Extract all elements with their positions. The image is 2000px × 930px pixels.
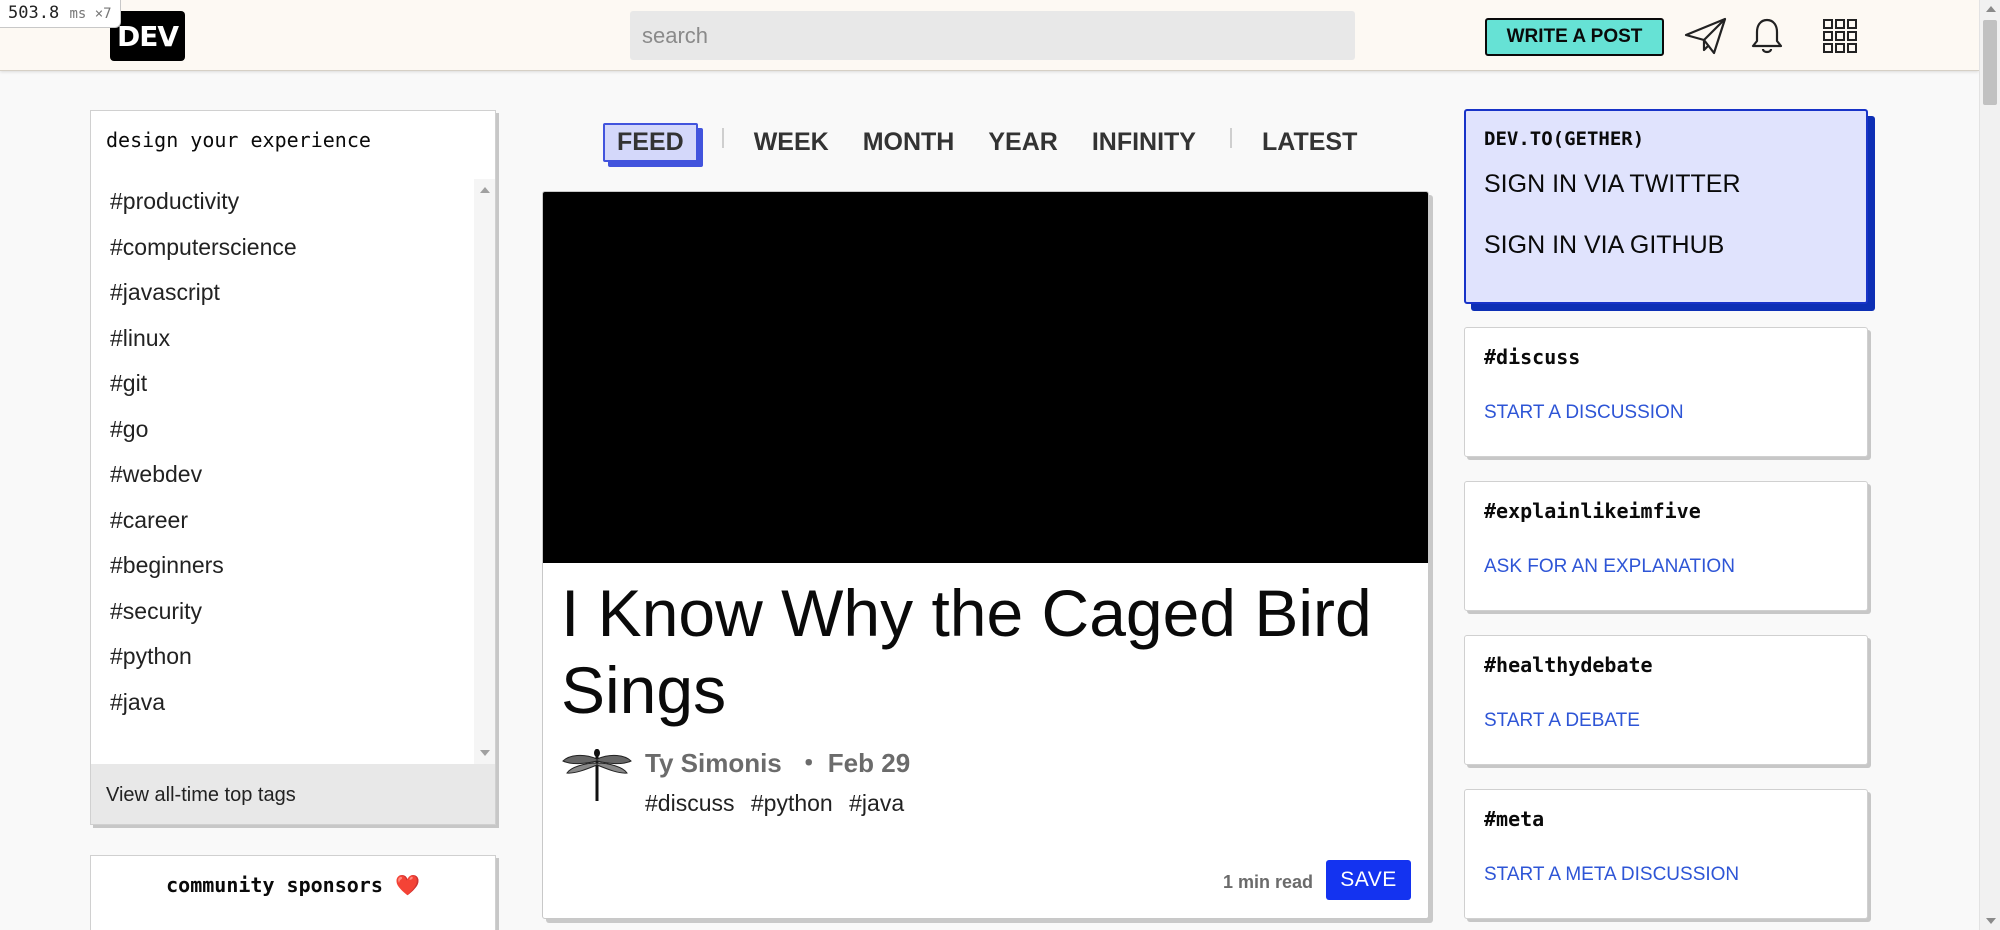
tag-link[interactable]: #beginners (91, 543, 476, 589)
card-tag-title[interactable]: #meta (1465, 790, 1867, 831)
write-post-button[interactable]: WRITE A POST (1485, 18, 1664, 56)
tags-scrollbar[interactable] (474, 179, 495, 764)
tag-link[interactable]: #security (91, 589, 476, 635)
start-debate-link[interactable]: START A DEBATE (1465, 677, 1867, 732)
tab-week[interactable]: WEEK (754, 128, 829, 157)
search-input[interactable] (630, 11, 1355, 60)
all-time-top-tags-link[interactable]: View all-time top tags (91, 764, 495, 824)
explainlikeimfive-card: #explainlikeimfive ASK FOR AN EXPLANATIO… (1464, 481, 1868, 611)
tab-infinity[interactable]: INFINITY (1092, 128, 1196, 157)
page-scrollbar[interactable] (1979, 0, 2000, 930)
tab-month[interactable]: MONTH (863, 128, 955, 157)
devtogether-title: DEV.TO(GETHER) (1484, 128, 1645, 150)
save-button[interactable]: SAVE (1326, 860, 1411, 900)
menu-button[interactable] (1818, 16, 1862, 56)
ask-explanation-link[interactable]: ASK FOR AN EXPLANATION (1465, 523, 1867, 578)
tags-scroll-down-icon[interactable] (480, 750, 490, 756)
sponsors-title: community sponsors ❤️ (91, 856, 495, 897)
author-line: Ty Simonis ・ Feb 29 (645, 743, 914, 780)
tab-divider (721, 128, 724, 148)
read-time: 1 min read (1223, 872, 1314, 892)
tag-link[interactable]: #python (91, 634, 476, 680)
card-tag-title[interactable]: #discuss (1465, 328, 1867, 369)
heart-icon: ❤️ (394, 873, 420, 897)
tags-list: #productivity #computerscience #javascri… (91, 179, 476, 764)
grid-icon (1823, 19, 1857, 53)
tag-link[interactable]: #java (91, 680, 476, 726)
devtogether-panel: DEV.TO(GETHER) SIGN IN VIA TWITTER SIGN … (1464, 109, 1868, 304)
article-meta: Ty Simonis ・ Feb 29 #discuss #python #java (561, 741, 914, 817)
tab-year[interactable]: YEAR (988, 128, 1057, 157)
article-cover-image[interactable] (543, 192, 1428, 563)
meta-card: #meta START A META DISCUSSION (1464, 789, 1868, 919)
perf-badge: 503.8 ms ×7 (0, 0, 121, 28)
perf-value: 503.8 (8, 3, 60, 23)
start-discussion-link[interactable]: START A DISCUSSION (1465, 369, 1867, 424)
article-tags: #discuss #python #java (645, 790, 914, 817)
top-bar: DEV WRITE A POST (0, 0, 1979, 71)
scrollbar-thumb[interactable] (1983, 20, 1997, 105)
author-name[interactable]: Ty Simonis (645, 748, 782, 778)
healthydebate-card: #healthydebate START A DEBATE (1464, 635, 1868, 765)
sign-in-twitter-link[interactable]: SIGN IN VIA TWITTER (1466, 170, 1866, 199)
send-button[interactable] (1684, 16, 1728, 56)
paper-plane-icon (1684, 17, 1727, 55)
sign-in-github-link[interactable]: SIGN IN VIA GITHUB (1466, 231, 1866, 260)
dev-logo[interactable]: DEV (110, 11, 185, 61)
article-date: Feb 29 (827, 748, 911, 778)
avatar[interactable] (561, 745, 633, 805)
article-tag[interactable]: #python (751, 790, 833, 816)
tags-scroll-up-icon[interactable] (480, 187, 490, 193)
tag-link[interactable]: #go (91, 407, 476, 453)
perf-unit: ms ×7 (69, 6, 112, 22)
notifications-button[interactable] (1745, 16, 1789, 56)
tag-link[interactable]: #career (91, 498, 476, 544)
sponsors-panel: community sponsors ❤️ (90, 855, 496, 930)
start-meta-discussion-link[interactable]: START A META DISCUSSION (1465, 831, 1867, 886)
article-byline: Ty Simonis ・ Feb 29 #discuss #python #java (645, 741, 914, 817)
tag-link[interactable]: #linux (91, 316, 476, 362)
tab-latest[interactable]: LATEST (1262, 128, 1357, 157)
tag-link[interactable]: #git (91, 361, 476, 407)
tag-link[interactable]: #webdev (91, 452, 476, 498)
scroll-down-icon[interactable] (1986, 918, 1996, 924)
article-tag[interactable]: #discuss (645, 790, 734, 816)
card-tag-title[interactable]: #healthydebate (1465, 636, 1867, 677)
tag-link[interactable]: #javascript (91, 270, 476, 316)
bell-icon (1751, 18, 1783, 54)
byline-separator: ・ (795, 748, 822, 778)
article-tag[interactable]: #java (849, 790, 904, 816)
scroll-up-icon[interactable] (1986, 6, 1996, 12)
tags-heading: design your experience (106, 128, 371, 152)
article-card[interactable]: I Know Why the Caged Bird Sings Ty Simon… (542, 191, 1429, 919)
discuss-card: #discuss START A DISCUSSION (1464, 327, 1868, 457)
tab-feed[interactable]: FEED (603, 122, 698, 162)
card-tag-title[interactable]: #explainlikeimfive (1465, 482, 1867, 523)
feed-tabs: FEED WEEK MONTH YEAR INFINITY LATEST (603, 120, 1391, 164)
tag-link[interactable]: #productivity (91, 179, 476, 225)
article-title[interactable]: I Know Why the Caged Bird Sings (543, 563, 1428, 729)
tags-panel: design your experience #productivity #co… (90, 110, 496, 825)
tab-divider (1229, 128, 1232, 148)
tag-link[interactable]: #computerscience (91, 225, 476, 271)
sponsors-title-text: community sponsors (166, 873, 383, 897)
